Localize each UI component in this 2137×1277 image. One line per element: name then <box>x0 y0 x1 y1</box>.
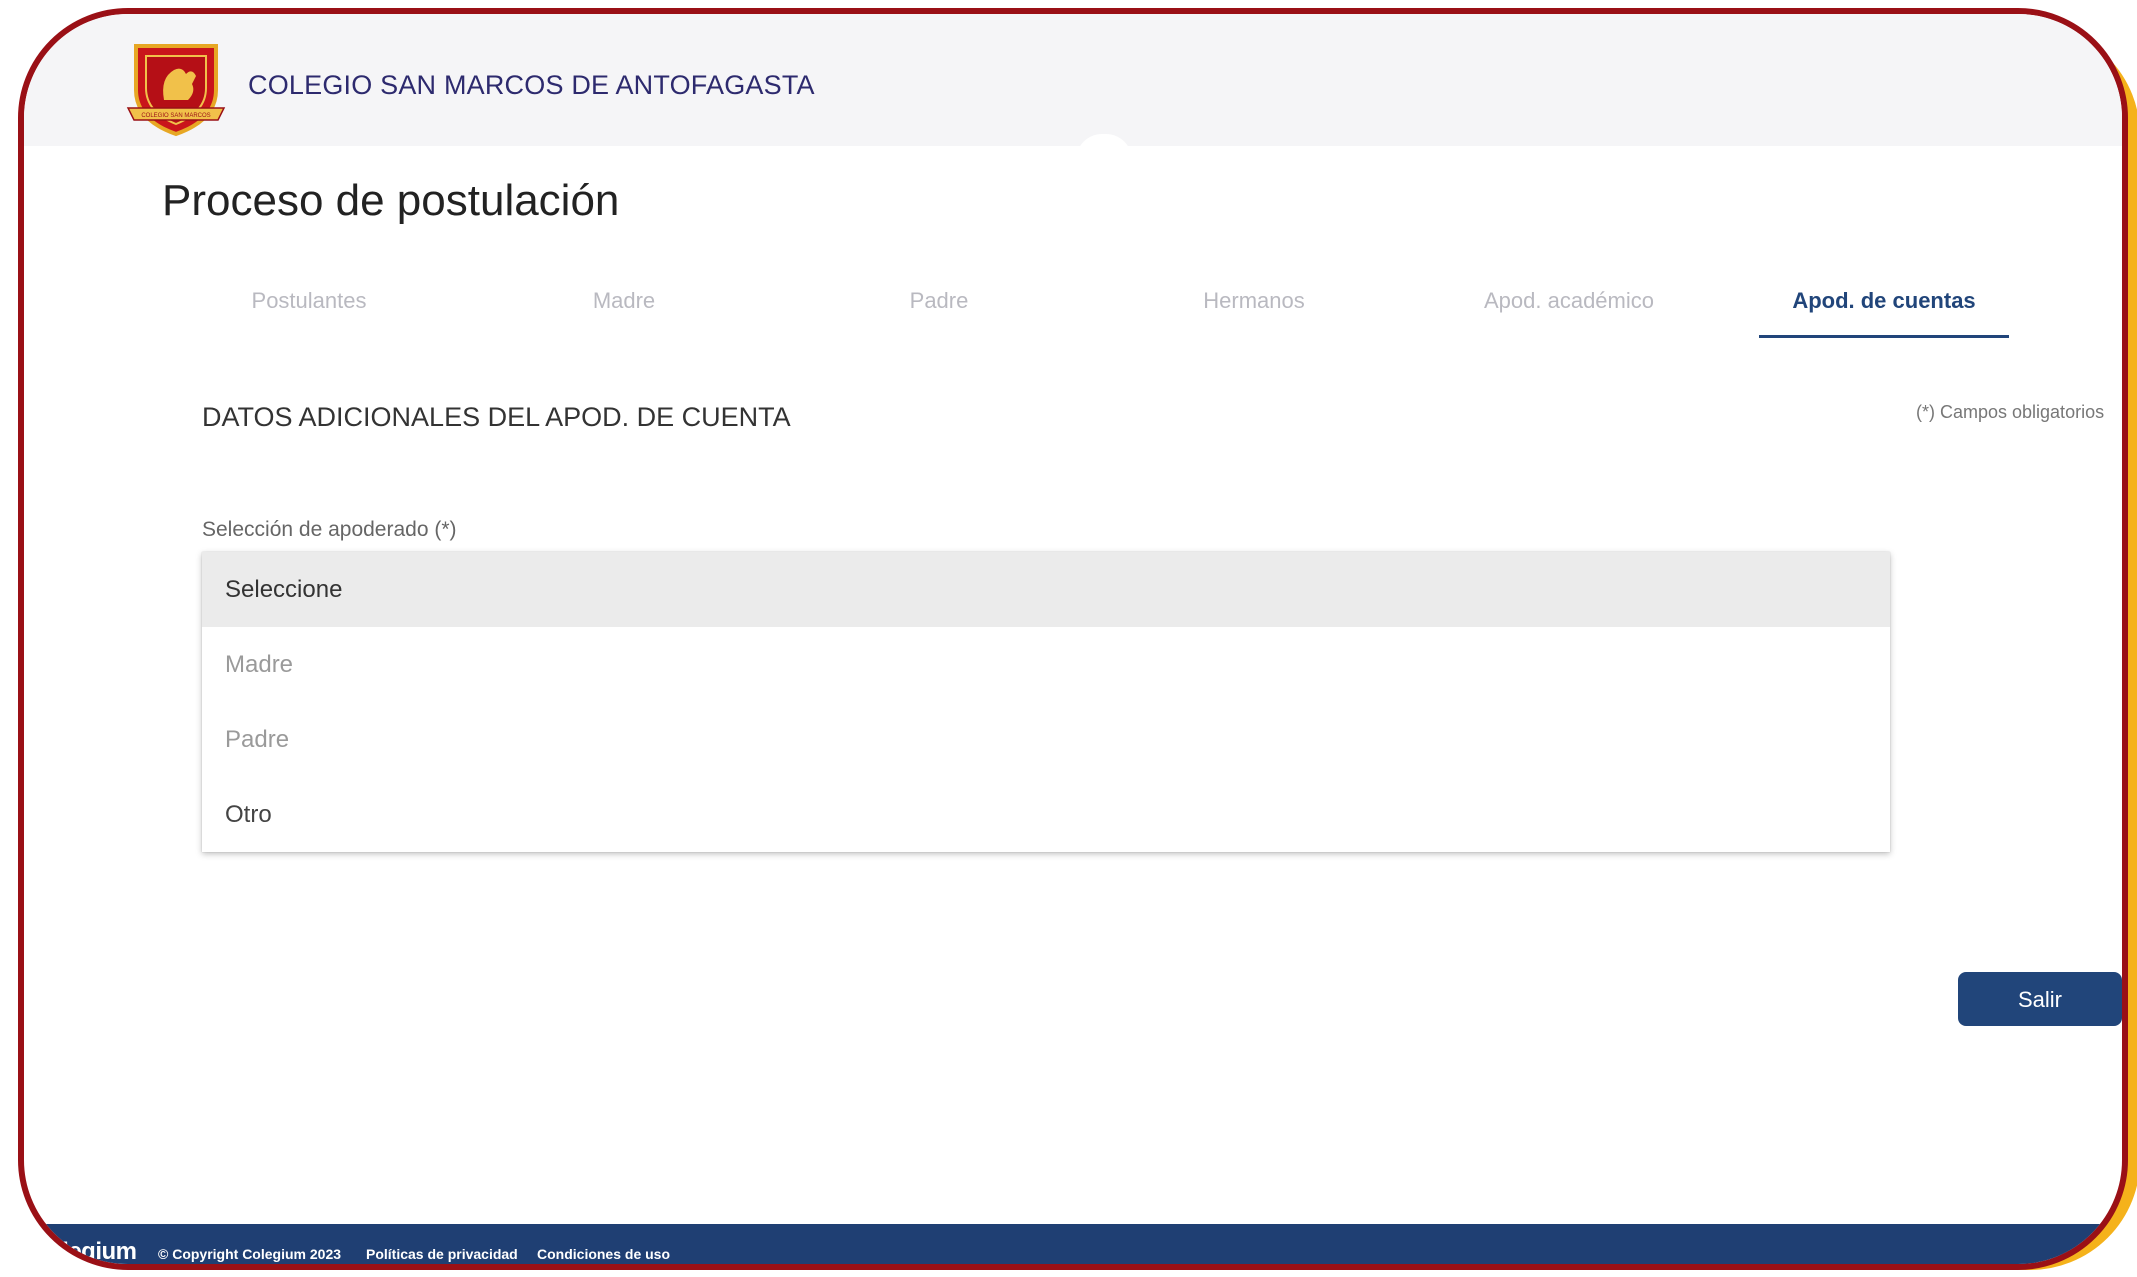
tab-apod-de-cuentas[interactable]: Apod. de cuentas <box>1759 284 2009 338</box>
footer-brand: olegium <box>48 1238 137 1265</box>
exit-button[interactable]: Salir <box>1958 972 2122 1026</box>
tab-madre[interactable]: Madre <box>499 284 749 338</box>
page-title: Proceso de postulación <box>162 176 620 225</box>
section-title: DATOS ADICIONALES DEL APOD. DE CUENTA <box>202 402 791 432</box>
guardian-select-label: Selección de apoderado (*) <box>202 518 457 541</box>
guardian-select-dropdown[interactable]: Seleccione Madre Padre Otro <box>202 552 1890 852</box>
footer: olegium © Copyright Colegium 2023 Políti… <box>24 1224 2122 1265</box>
required-fields-note: (*) Campos obligatorios <box>1916 402 2105 422</box>
app-window: COLEGIO SAN MARCOS COLEGIO SAN MARCOS DE… <box>18 8 2128 1270</box>
option-otro[interactable]: Otro <box>202 777 1890 852</box>
school-crest-icon: COLEGIO SAN MARCOS <box>126 44 226 137</box>
svg-text:COLEGIO SAN MARCOS: COLEGIO SAN MARCOS <box>141 113 210 119</box>
footer-terms-link[interactable]: Condiciones de uso <box>537 1246 670 1262</box>
option-padre[interactable]: Padre <box>202 702 1890 777</box>
tab-apod-academico[interactable]: Apod. académico <box>1444 284 1694 338</box>
footer-copyright: © Copyright Colegium 2023 <box>158 1246 342 1262</box>
school-name: COLEGIO SAN MARCOS DE ANTOFAGASTA <box>248 70 815 100</box>
option-seleccione[interactable]: Seleccione <box>202 552 1890 627</box>
header: COLEGIO SAN MARCOS COLEGIO SAN MARCOS DE… <box>24 14 2122 146</box>
option-madre[interactable]: Madre <box>202 627 1890 702</box>
tab-bar: Postulantes Madre Padre Hermanos Apod. a… <box>184 284 2084 344</box>
footer-privacy-link[interactable]: Políticas de privacidad <box>366 1246 518 1262</box>
tab-hermanos[interactable]: Hermanos <box>1129 284 1379 338</box>
tab-padre[interactable]: Padre <box>814 284 1064 338</box>
tab-postulantes[interactable]: Postulantes <box>184 284 434 338</box>
